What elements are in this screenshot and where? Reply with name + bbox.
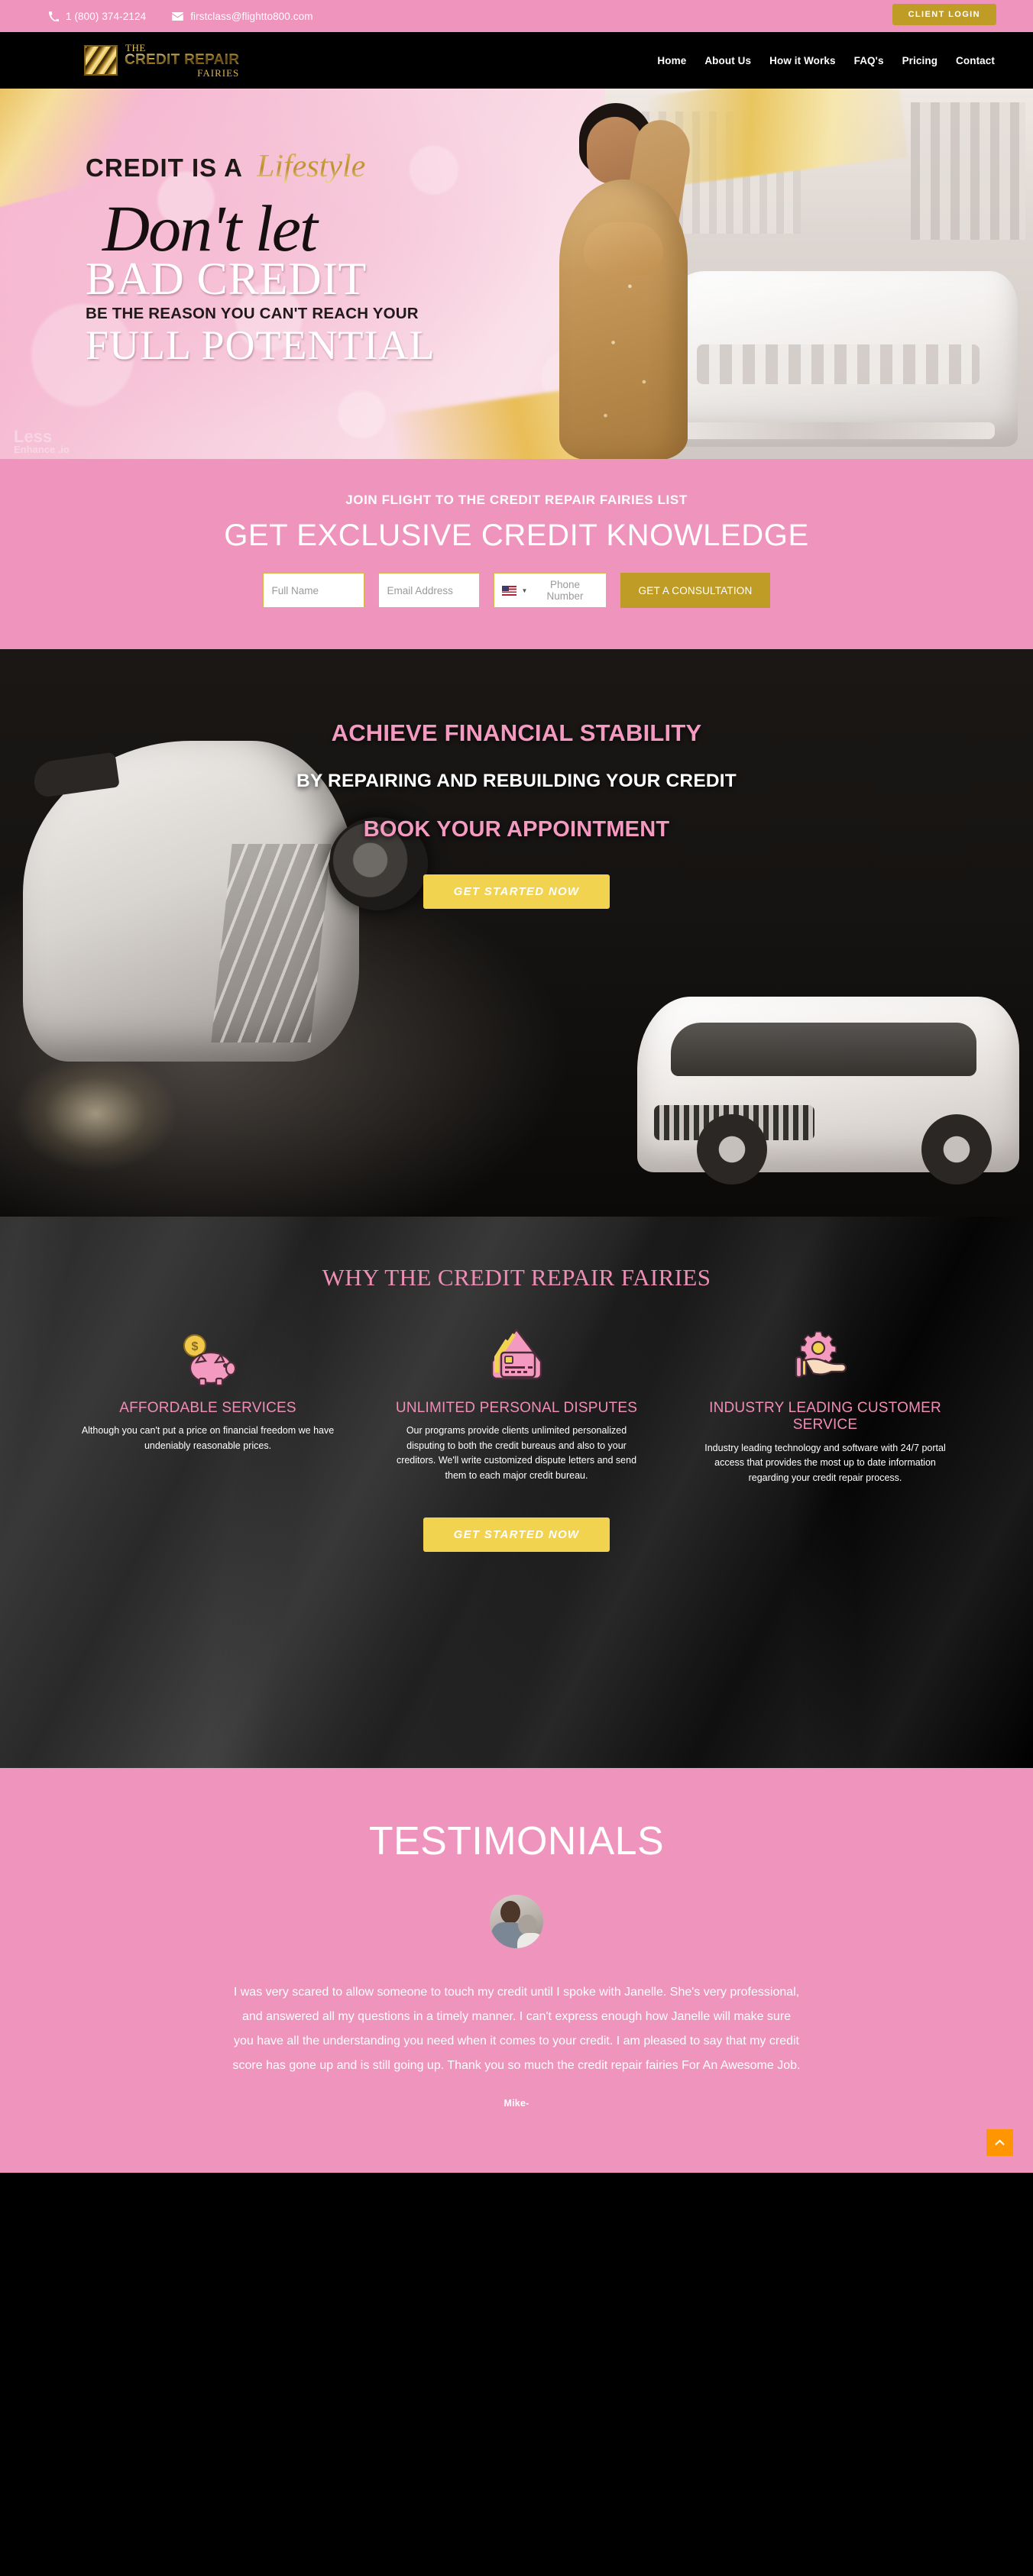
- hero-copy: CREDIT IS A Lifestyle Don't let BAD CRED…: [0, 89, 504, 459]
- get-consultation-button[interactable]: GET A CONSULTATION: [620, 573, 771, 608]
- suv-windows: [671, 1023, 976, 1076]
- model-dress-sparkle: [559, 179, 688, 459]
- full-name-input[interactable]: Full Name: [262, 573, 364, 608]
- testimonials-section: TESTIMONIALS I was very scared to allow …: [0, 1768, 1033, 2173]
- why-content: WHY THE CREDIT REPAIR FAIRIES $ AFFORDAB…: [0, 1217, 1033, 1552]
- nav-item-how-it-works[interactable]: How it Works: [769, 55, 835, 66]
- us-flag-icon[interactable]: [501, 585, 516, 596]
- main-navbar: THE CREDIT REPAIR FAIRIES Home About Us …: [0, 32, 1033, 89]
- testimonial-quote: I was very scared to allow someone to to…: [232, 1986, 801, 2072]
- hand-gear-icon: [689, 1322, 961, 1386]
- feature-card-title: INDUSTRY LEADING CUSTOMER SERVICE: [709, 1400, 941, 1433]
- suv-wheel-rear: [697, 1114, 767, 1185]
- feature-card-title: UNLIMITED PERSONAL DISPUTES: [395, 1400, 638, 1416]
- scroll-to-top-button[interactable]: [986, 2129, 1013, 2156]
- financial-stability-section: ACHIEVE FINANCIAL STABILITY BY REPAIRING…: [0, 649, 1033, 1217]
- customer-avatar: [490, 1895, 543, 1948]
- hero-model-photo: [513, 100, 743, 459]
- avatar-woman-head: [518, 1915, 537, 1935]
- newsletter-section: JOIN FLIGHT TO THE CREDIT REPAIR FAIRIES…: [0, 459, 1033, 649]
- logo-name: CREDIT REPAIR: [125, 52, 240, 68]
- piggy-bank-icon: $: [72, 1322, 344, 1386]
- feature-card-body: Our programs provide clients unlimited p…: [396, 1425, 637, 1481]
- feature-card-customer-service: INDUSTRY LEADING CUSTOMER SERVICE Indust…: [671, 1322, 980, 1485]
- phone-placeholder: Phone Number: [546, 579, 584, 602]
- jet-light-glow: [15, 1056, 176, 1171]
- feature-card-unlimited-disputes: UNLIMITED PERSONAL DISPUTES Our programs…: [362, 1322, 671, 1485]
- testimonials-title: TESTIMONIALS: [368, 1819, 665, 1863]
- newsletter-title: GET EXCLUSIVE CREDIT KNOWLEDGE: [224, 519, 809, 552]
- hero-line-2: Don't let: [102, 192, 318, 265]
- hero-line-3: BAD CREDIT: [86, 254, 368, 305]
- nav-item-pricing[interactable]: Pricing: [902, 55, 937, 66]
- feature-card-body: Although you can't put a price on financ…: [81, 1425, 335, 1451]
- model-gold-dress: [559, 179, 688, 459]
- credit-cards-icon: [380, 1322, 653, 1386]
- nav-item-about-us[interactable]: About Us: [704, 55, 751, 66]
- hero-line-5: FULL POTENTIAL: [86, 322, 436, 369]
- feature-card-title: AFFORDABLE SERVICES: [119, 1400, 296, 1416]
- hero-watermark-sub: Enhance .io: [14, 443, 70, 455]
- top-contact-bar: 1 (800) 374-2124 firstclass@flightto800.…: [0, 0, 1033, 32]
- feature-card-affordable-services: $ AFFORDABLE SERVICES Although you can't…: [53, 1322, 362, 1485]
- nav-item-contact[interactable]: Contact: [956, 55, 995, 66]
- why-title: WHY THE CREDIT REPAIR FAIRIES: [322, 1264, 711, 1291]
- phone-input[interactable]: ▼ Phone Number: [493, 573, 607, 608]
- logo-sub: FAIRIES: [197, 67, 240, 79]
- hero-line-1-plain: CREDIT IS A: [86, 154, 243, 182]
- stability-copy: ACHIEVE FINANCIAL STABILITY BY REPAIRING…: [0, 649, 1033, 909]
- why-section: WHY THE CREDIT REPAIR FAIRIES $ AFFORDAB…: [0, 1217, 1033, 1768]
- email-address: firstclass@flightto800.com: [190, 10, 313, 22]
- nav-links: Home About Us How it Works FAQ's Pricing…: [657, 55, 995, 66]
- hero-image-collage: [468, 89, 1033, 459]
- hero-line-1: CREDIT IS A Lifestyle: [86, 148, 504, 185]
- client-login-button[interactable]: CLIENT LOGIN: [892, 4, 996, 25]
- phone-icon: [49, 11, 59, 21]
- newsletter-form: Full Name Email Address ▼ Phone Number G…: [0, 573, 1033, 608]
- white-suv-image: [637, 997, 1019, 1185]
- envelope-icon: [172, 11, 184, 21]
- newsletter-kicker: JOIN FLIGHT TO THE CREDIT REPAIR FAIRIES…: [345, 493, 688, 507]
- hero-line-1-script: Lifestyle: [256, 149, 366, 184]
- stability-get-started-button[interactable]: GET STARTED NOW: [423, 874, 610, 909]
- hero-banner: CREDIT IS A Lifestyle Don't let BAD CRED…: [0, 89, 1033, 459]
- hero-line-4: BE THE REASON YOU CAN'T REACH YOUR: [86, 305, 419, 323]
- hero-watermark: Less Enhance .io: [14, 428, 70, 455]
- nav-item-home[interactable]: Home: [657, 55, 686, 66]
- page-root: 1 (800) 374-2124 firstclass@flightto800.…: [0, 0, 1033, 2173]
- nav-item-faqs[interactable]: FAQ's: [854, 55, 884, 66]
- avatar-man-head: [500, 1901, 520, 1924]
- why-get-started-button[interactable]: GET STARTED NOW: [423, 1517, 610, 1552]
- svg-text:$: $: [192, 1340, 199, 1353]
- feature-cards: $ AFFORDABLE SERVICES Although you can't…: [0, 1322, 1033, 1485]
- email-input[interactable]: Email Address: [377, 573, 480, 608]
- stability-heading-2: BY REPAIRING AND REBUILDING YOUR CREDIT: [296, 771, 737, 791]
- phone-number: 1 (800) 374-2124: [66, 10, 147, 22]
- feature-card-body: Industry leading technology and software…: [704, 1442, 946, 1483]
- logo-mark-icon: [84, 45, 118, 76]
- chevron-up-icon: [995, 2137, 1005, 2148]
- stability-heading-1: ACHIEVE FINANCIAL STABILITY: [331, 719, 702, 746]
- email-contact[interactable]: firstclass@flightto800.com: [172, 11, 312, 22]
- chevron-down-icon[interactable]: ▼: [522, 587, 528, 594]
- logo-text: THE CREDIT REPAIR FAIRIES: [125, 43, 239, 78]
- stability-heading-3: BOOK YOUR APPOINTMENT: [363, 817, 670, 842]
- testimonial-author: Mike-: [504, 2098, 529, 2109]
- avatar-woman-body: [517, 1933, 543, 1948]
- email-placeholder: Email Address: [387, 584, 453, 596]
- site-logo[interactable]: THE CREDIT REPAIR FAIRIES: [84, 43, 239, 78]
- model-bodice: [584, 222, 663, 276]
- phone-contact[interactable]: 1 (800) 374-2124: [49, 11, 146, 22]
- full-name-placeholder: Full Name: [271, 584, 319, 596]
- suv-wheel-front: [921, 1114, 992, 1185]
